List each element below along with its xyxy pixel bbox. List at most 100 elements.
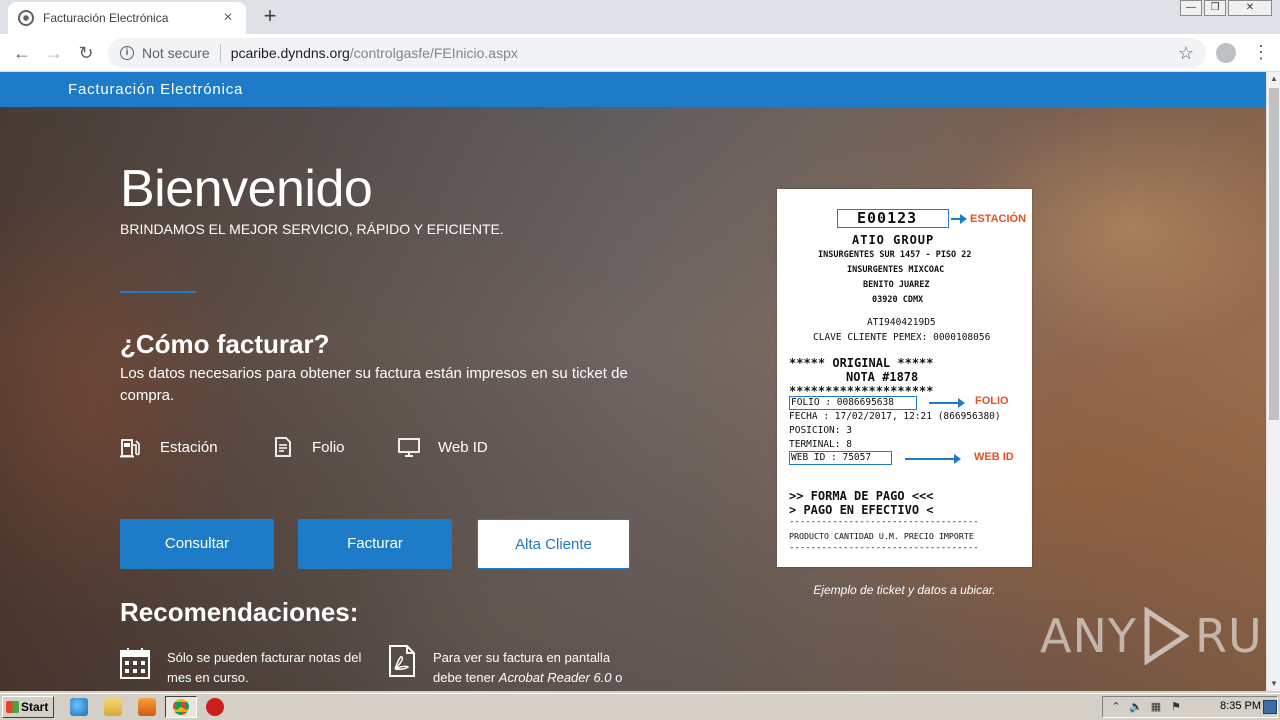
document-icon	[275, 437, 291, 457]
ticket-company: ATIO GROUP	[852, 233, 935, 247]
window-close-button[interactable]: ✕	[1228, 0, 1272, 16]
alta-cliente-button[interactable]: Alta Cliente	[477, 519, 630, 569]
flag-icon[interactable]: ⚑	[1169, 700, 1183, 714]
chrome-taskbar-button[interactable]	[165, 696, 197, 718]
url-host[interactable]: pcaribe.dyndns.org	[231, 45, 350, 61]
volume-icon[interactable]: 🔈	[1129, 700, 1143, 714]
info-icon[interactable]: i	[120, 46, 134, 60]
consultar-button[interactable]: Consultar	[120, 519, 274, 569]
arrow-icon	[929, 398, 965, 408]
ticket-posicion: POSICION: 3	[789, 425, 852, 436]
folder-icon[interactable]	[104, 698, 122, 716]
internet-explorer-icon[interactable]	[70, 698, 88, 716]
site-header: Facturación Electrónica	[0, 72, 1266, 107]
page-title: Bienvenido	[120, 160, 373, 218]
ticket-example-image: E00123 ESTACIÓN ATIO GROUP INSURGENTES S…	[777, 189, 1032, 567]
ticket-folio: FOLIO : 0086695638	[791, 397, 894, 408]
recommendations-title: Recomendaciones:	[120, 597, 359, 627]
back-button[interactable]: ←	[10, 41, 34, 65]
data-item-estacion: Estación	[120, 436, 218, 458]
hero-section: Bienvenido BRINDAMOS EL MEJOR SERVICIO, …	[0, 107, 1266, 691]
pdf-icon	[389, 645, 415, 677]
data-item-label: Folio	[312, 438, 345, 456]
arrow-icon	[905, 454, 961, 464]
start-button[interactable]: Start	[2, 696, 54, 718]
ticket-address-line: INSURGENTES MIXCOAC	[847, 265, 945, 275]
media-player-icon[interactable]	[138, 698, 156, 716]
gas-station-icon	[120, 439, 140, 458]
browser-menu-icon[interactable]: ⋮	[1252, 42, 1270, 63]
ticket-dashes: -----------------------------------	[789, 517, 979, 527]
ticket-forma-pago: >> FORMA DE PAGO <<<	[789, 489, 934, 503]
ticket-clave: CLAVE CLIENTE PEMEX: 0000108056	[813, 332, 991, 343]
calendar-icon	[120, 648, 150, 679]
ticket-address-line: INSURGENTES SUR 1457 - PISO 22	[818, 250, 972, 260]
security-label[interactable]: Not secure	[142, 45, 210, 61]
ticket-address-line: 03920 CDMX	[872, 295, 924, 305]
acrobat-reader-name: Acrobat Reader 6.0	[498, 670, 612, 685]
ticket-caption: Ejemplo de ticket y datos a ubicar.	[813, 583, 996, 597]
ticket-fecha: FECHA : 17/02/2017, 12:21 (866956380)	[789, 411, 1001, 422]
site-brand[interactable]: Facturación Electrónica	[68, 81, 243, 98]
new-tab-button[interactable]: +	[258, 4, 282, 28]
start-label: Start	[21, 700, 49, 714]
ticket-columns: PRODUCTO CANTIDAD U.M. PRECIO IMPORTE	[789, 531, 974, 541]
ticket-estacion-code: E00123	[857, 209, 918, 227]
stop-icon[interactable]	[206, 698, 224, 716]
forward-button[interactable]: →	[42, 41, 66, 65]
data-item-label: Web ID	[438, 438, 488, 456]
tab-strip: Facturación Electrónica × + — ❐ ✕	[0, 0, 1280, 34]
ticket-original: ***** ORIGINAL *****	[789, 356, 934, 370]
window-controls: — ❐ ✕	[1180, 0, 1272, 16]
how-to-text: Los datos necesarios para obtener su fac…	[120, 365, 628, 404]
taskbar: Start ⌃ 🔈 ▦ ⚑ 8:35 PM	[0, 693, 1280, 720]
ticket-pago-efectivo: > PAGO EN EFECTIVO <	[789, 503, 934, 517]
tab-close-icon[interactable]: ×	[220, 9, 236, 27]
site-favicon-icon	[18, 10, 34, 26]
tray-expand-icon[interactable]: ⌃	[1109, 700, 1123, 714]
anyrun-watermark: ANY RUN	[1040, 607, 1266, 665]
recommendation-text: Sólo se pueden facturar notas del mes en…	[167, 650, 362, 685]
minimize-button[interactable]: —	[1180, 0, 1202, 16]
webid-callout: WEB ID	[974, 451, 1014, 463]
show-desktop-icon[interactable]	[1263, 700, 1277, 714]
browser-toolbar: ← → ↻ i Not secure pcaribe.dyndns.org /c…	[0, 34, 1280, 72]
ticket-nota: NOTA #1878	[846, 370, 919, 384]
watermark-text: ANY	[1040, 609, 1137, 663]
scrollbar-thumb[interactable]	[1269, 88, 1279, 420]
page-subtitle: BRINDAMOS EL MEJOR SERVICIO, RÁPIDO Y EF…	[120, 221, 504, 237]
page-viewport: Facturación Electrónica Bienvenido BRIND…	[0, 72, 1266, 691]
chrome-icon	[173, 699, 189, 715]
estacion-callout: ESTACIÓN	[970, 213, 1027, 225]
scroll-up-icon[interactable]: ▲	[1267, 72, 1280, 86]
folio-callout: FOLIO	[975, 395, 1009, 407]
data-item-webid: Web ID	[398, 436, 488, 458]
scroll-down-icon[interactable]: ▼	[1267, 677, 1280, 691]
monitor-icon	[398, 438, 420, 457]
ticket-rfc: ATI9404219D5	[867, 317, 936, 328]
system-tray: ⌃ 🔈 ▦ ⚑ 8:35 PM	[1102, 696, 1278, 718]
profile-avatar-icon[interactable]	[1216, 43, 1236, 63]
facturar-button[interactable]: Facturar	[298, 519, 452, 569]
bookmark-star-icon[interactable]: ☆	[1178, 43, 1194, 64]
arrow-icon	[951, 214, 967, 224]
omnibox-divider	[219, 44, 221, 62]
play-icon	[1144, 607, 1190, 665]
ticket-webid: WEB ID : 75057	[791, 452, 872, 463]
network-icon[interactable]: ▦	[1149, 700, 1163, 714]
system-clock[interactable]: 8:35 PM	[1220, 700, 1261, 712]
how-to-title: ¿Cómo facturar?	[120, 329, 330, 359]
data-item-label: Estación	[160, 438, 218, 456]
tab-title: Facturación Electrónica	[43, 11, 169, 25]
ticket-dashes: -----------------------------------	[789, 543, 979, 553]
browser-tab[interactable]: Facturación Electrónica ×	[8, 2, 246, 34]
data-item-folio: Folio	[272, 436, 345, 458]
recommendation-text-2: Para ver su factura en pantalla debe ten…	[433, 648, 633, 691]
url-path[interactable]: /controlgasfe/FEInicio.aspx	[350, 45, 518, 61]
reload-button[interactable]: ↻	[74, 41, 98, 65]
ticket-terminal: TERMINAL: 8	[789, 439, 852, 450]
maximize-button[interactable]: ❐	[1204, 0, 1226, 16]
page-scrollbar[interactable]: ▲ ▼	[1266, 72, 1280, 691]
watermark-text: RUN	[1194, 609, 1266, 663]
address-bar[interactable]: i Not secure pcaribe.dyndns.org /control…	[108, 38, 1206, 68]
